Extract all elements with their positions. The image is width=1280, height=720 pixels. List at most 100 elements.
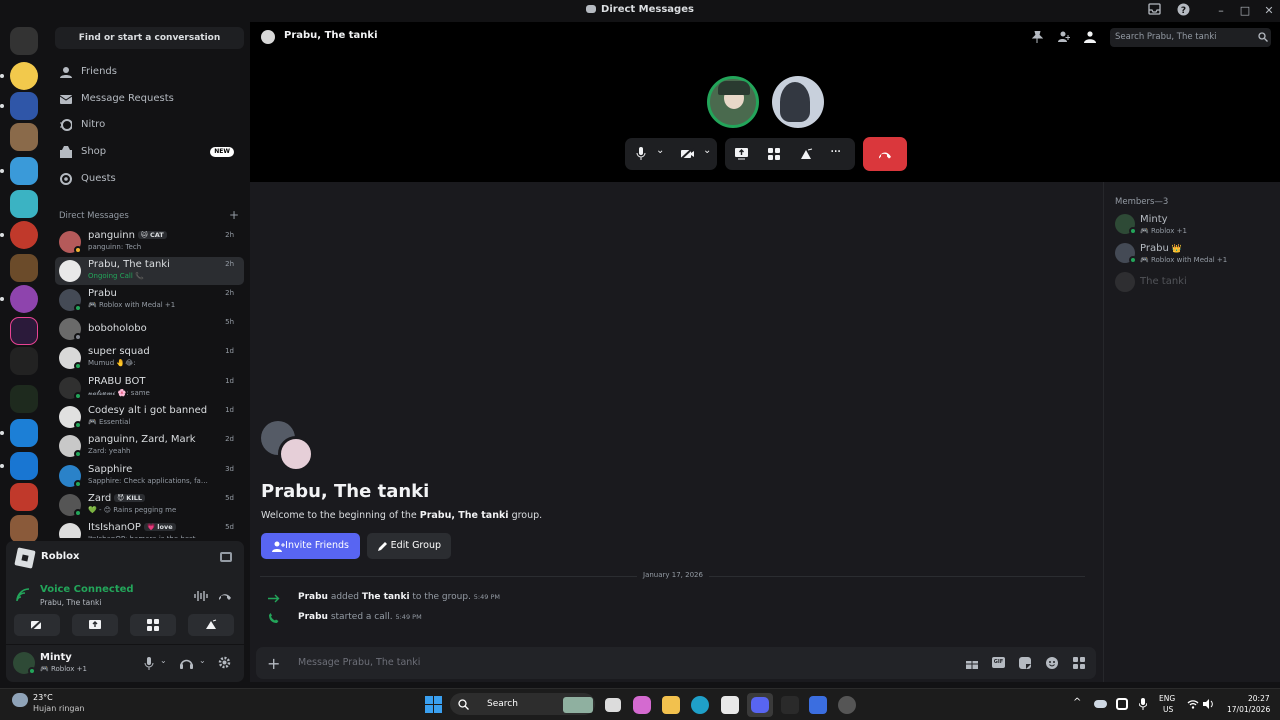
file-explorer-icon[interactable] <box>662 696 680 714</box>
minimize-button[interactable]: – <box>1213 3 1229 19</box>
dm-item[interactable]: panguinn 🐱 CAT panguinn: Tech 2h <box>55 228 244 256</box>
screen-share-button[interactable] <box>72 614 118 636</box>
invite-friends-button[interactable]: Invite Friends <box>261 533 360 559</box>
more-options-icon[interactable]: ··· <box>830 144 841 160</box>
add-friends-icon[interactable] <box>1058 31 1070 43</box>
noise-suppression-icon[interactable] <box>194 590 208 602</box>
headphones-chevron-icon[interactable]: ⌄ <box>199 656 206 665</box>
sticker-icon[interactable] <box>1019 657 1031 669</box>
camera-off-icon[interactable] <box>680 148 695 160</box>
clock-time[interactable]: 20:27 <box>1248 694 1270 703</box>
find-conversation-button[interactable]: Find or start a conversation <box>55 27 244 49</box>
camera-chevron-icon[interactable]: ⌄ <box>703 145 711 156</box>
weather-temp[interactable]: 23°C <box>33 693 53 702</box>
headphones-icon[interactable] <box>180 657 193 669</box>
member-item[interactable]: Prabu 👑 🎮 Roblox with Medal +1 <box>1115 242 1275 266</box>
dm-item[interactable]: panguinn, Zard, Mark Zard: yeahh 2d <box>55 432 244 460</box>
app-icon[interactable] <box>809 696 827 714</box>
onedrive-icon[interactable] <box>1094 700 1107 708</box>
tray-chevron-icon[interactable]: ^ <box>1073 697 1081 708</box>
soundboard-button[interactable] <box>188 614 234 636</box>
server-icon[interactable] <box>10 157 38 185</box>
disconnect-call-button[interactable] <box>863 137 907 171</box>
settings-gear-icon[interactable] <box>218 656 231 669</box>
server-icon[interactable] <box>10 347 38 375</box>
server-icon[interactable] <box>10 515 38 543</box>
server-icon[interactable] <box>10 92 38 120</box>
gift-icon[interactable] <box>966 657 978 669</box>
help-icon[interactable]: ? <box>1175 3 1191 19</box>
server-icon[interactable] <box>10 190 38 218</box>
nav-friends[interactable]: Friends <box>55 60 244 84</box>
discord-taskbar-icon[interactable] <box>747 693 773 717</box>
server-icon[interactable] <box>10 317 38 345</box>
server-icon[interactable] <box>10 27 38 55</box>
member-list-icon[interactable] <box>1084 31 1096 43</box>
member-item[interactable]: The tanki <box>1115 271 1275 295</box>
member-item[interactable]: Minty 🎮 Roblox +1 <box>1115 213 1275 237</box>
app-icon[interactable] <box>781 696 799 714</box>
call-participant-avatar[interactable] <box>772 76 824 128</box>
inbox-icon[interactable] <box>1146 3 1162 19</box>
edge-icon[interactable] <box>691 696 709 714</box>
volume-icon[interactable] <box>1203 699 1214 709</box>
app-icon[interactable] <box>838 696 856 714</box>
server-icon[interactable] <box>10 419 38 447</box>
lang-bottom[interactable]: US <box>1163 705 1173 714</box>
microphone-icon[interactable] <box>144 657 154 670</box>
mic-chevron-icon[interactable]: ⌄ <box>656 145 664 156</box>
search-input[interactable]: Search Prabu, The tanki <box>1110 28 1271 47</box>
nav-message-requests[interactable]: Message Requests <box>55 87 244 111</box>
dm-item[interactable]: Prabu, The tanki Ongoing Call 📞 2h <box>55 257 244 285</box>
copilot-icon[interactable] <box>633 696 651 714</box>
dm-item[interactable]: PRABU BOT 𝓷𝓪𝓽𝓼𝓾𝓶𝓲 🌸: same 1d <box>55 374 244 402</box>
nav-shop[interactable]: Shop NEW <box>55 140 244 164</box>
nav-quests[interactable]: Quests <box>55 167 244 191</box>
microphone-tray-icon[interactable] <box>1139 698 1147 710</box>
store-icon[interactable] <box>721 696 739 714</box>
server-icon[interactable] <box>10 221 38 249</box>
screen-share-icon[interactable] <box>735 148 748 160</box>
clock-date[interactable]: 17/01/2026 <box>1227 705 1270 714</box>
disconnect-icon[interactable] <box>218 591 232 601</box>
dm-item[interactable]: Prabu 🎮 Roblox with Medal +1 2h <box>55 286 244 314</box>
edit-group-button[interactable]: Edit Group <box>367 533 451 559</box>
dm-item[interactable]: Zard 😈 KILL 💚 - 😊 Rains pegging me 5d <box>55 491 244 519</box>
voice-channel[interactable]: Prabu, The tanki <box>40 598 101 607</box>
activities-icon[interactable] <box>768 148 780 160</box>
task-view-icon[interactable] <box>605 698 621 712</box>
server-icon[interactable] <box>10 62 38 90</box>
dm-item[interactable]: Sapphire Sapphire: Check applications, fa… <box>55 462 244 490</box>
stream-game-icon[interactable] <box>220 552 232 562</box>
dm-item[interactable]: ItsIshanOP💗 love ItsIshanOP: hamara is th… <box>55 520 244 538</box>
dm-item[interactable]: boboholobo 5h <box>55 315 244 343</box>
wifi-icon[interactable] <box>1187 699 1199 709</box>
server-icon[interactable] <box>10 483 38 511</box>
dm-item[interactable]: Codesy alt i got banned 🎮 Essential 1d <box>55 403 244 431</box>
maximize-button[interactable]: □ <box>1237 3 1253 19</box>
soundboard-icon[interactable] <box>800 148 813 160</box>
gif-icon[interactable]: GIF <box>992 657 1005 668</box>
mic-chevron-icon[interactable]: ⌄ <box>160 656 167 665</box>
pin-icon[interactable] <box>1031 31 1043 43</box>
attach-plus-icon[interactable]: + <box>267 654 280 673</box>
activities-button[interactable] <box>130 614 176 636</box>
weather-desc[interactable]: Hujan ringan <box>33 704 84 713</box>
tray-app-icon[interactable] <box>1116 698 1128 710</box>
lang-top[interactable]: ENG <box>1159 694 1175 703</box>
server-icon[interactable] <box>10 254 38 282</box>
close-button[interactable]: ✕ <box>1261 3 1277 19</box>
server-icon[interactable] <box>10 285 38 313</box>
server-icon[interactable] <box>10 452 38 480</box>
emoji-icon[interactable] <box>1046 657 1058 669</box>
windows-start-icon[interactable] <box>425 696 442 713</box>
search-highlight-icon[interactable] <box>563 697 593 713</box>
microphone-icon[interactable] <box>636 147 646 161</box>
server-icon[interactable] <box>10 385 38 413</box>
apps-icon[interactable] <box>1073 657 1085 669</box>
dm-item[interactable]: super squad Mumud 🤚😂: 1d <box>55 344 244 372</box>
create-dm-icon[interactable]: + <box>229 208 239 222</box>
nav-nitro[interactable]: Nitro <box>55 113 244 137</box>
call-participant-avatar[interactable] <box>707 76 759 128</box>
server-icon[interactable] <box>10 123 38 151</box>
